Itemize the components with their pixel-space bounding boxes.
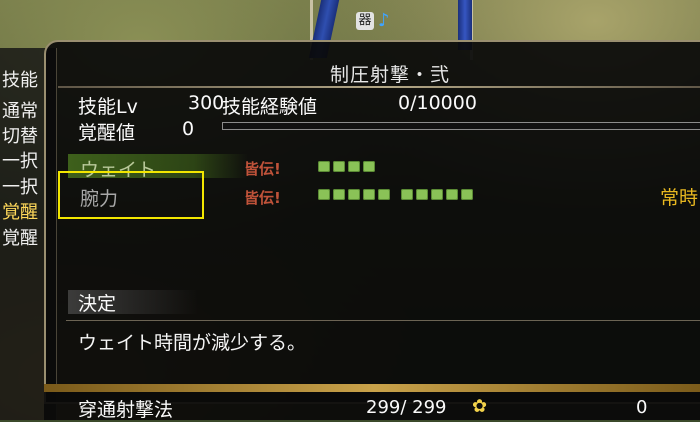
skill-extra-value: 0 — [636, 397, 648, 418]
skill-description: ウェイト時間が減少する。 — [78, 332, 307, 354]
skill-title: 制圧射撃・弐 — [329, 64, 450, 86]
level-pip — [363, 161, 375, 172]
always-label: 常時 — [660, 187, 699, 209]
level-pip — [333, 189, 345, 200]
weapon-icon: 器 — [356, 12, 374, 30]
hud-icons: 器 ♪ — [356, 10, 402, 32]
level-pip — [446, 189, 458, 200]
skill-level-label: 技能Lv — [78, 96, 138, 118]
selection-cursor — [58, 171, 204, 219]
awakening-label: 覚醒値 — [78, 122, 136, 144]
exp-progress-bar — [222, 122, 700, 130]
level-pip — [401, 189, 413, 200]
level-pip — [461, 189, 473, 200]
description-divider — [66, 320, 700, 321]
level-pip — [348, 189, 360, 200]
mastery-badge: 皆伝! — [244, 189, 281, 207]
level-pip — [378, 189, 390, 200]
title-divider — [58, 86, 700, 88]
skill-exp-label: 技能経験値 — [222, 96, 318, 118]
awakening-value: 0 — [182, 118, 195, 140]
mastery-badge: 皆伝! — [244, 160, 281, 178]
music-note-icon: ♪ — [378, 10, 390, 31]
level-pip — [348, 161, 360, 172]
decide-label[interactable]: 決定 — [78, 289, 116, 316]
skill-exp-value: 0/10000 — [398, 92, 477, 114]
level-pips — [318, 161, 375, 172]
skill-level-value: 300 — [188, 92, 225, 114]
level-pip — [318, 189, 330, 200]
skill-uses: 299/ 299 — [366, 397, 447, 418]
bottom-divider — [44, 384, 700, 392]
level-pip — [333, 161, 345, 172]
level-pips — [318, 189, 473, 200]
level-pip — [318, 161, 330, 172]
skill-name: 穿通射撃法 — [78, 399, 174, 421]
flower-icon: ✿ — [472, 396, 488, 417]
level-pip — [431, 189, 443, 200]
level-pip — [363, 189, 375, 200]
level-pip — [416, 189, 428, 200]
